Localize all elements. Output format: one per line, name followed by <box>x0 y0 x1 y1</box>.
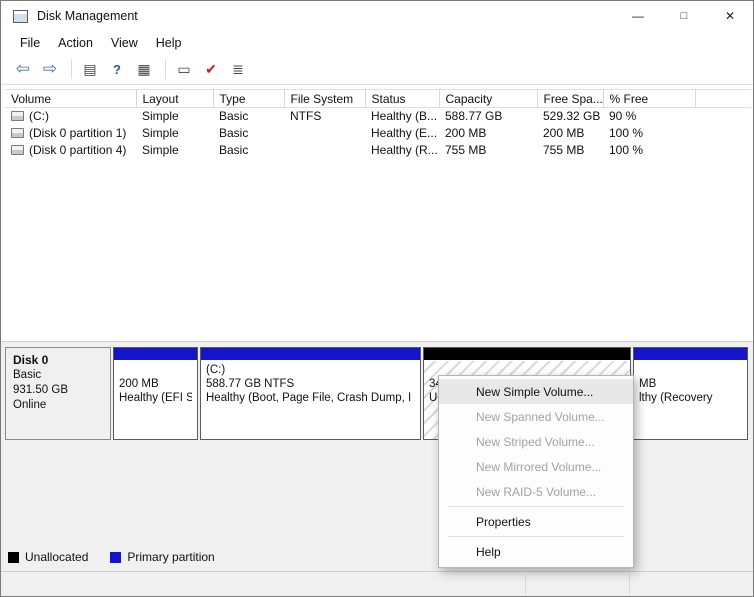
volume-icon <box>11 145 24 155</box>
menu-item-new-raid5-volume: New RAID-5 Volume... <box>476 484 597 499</box>
menu-item-properties[interactable]: Properties <box>439 509 633 534</box>
partition-color-bar <box>114 348 197 361</box>
menu-item-new-mirrored-volume: New Mirrored Volume... <box>476 459 602 474</box>
partition-status: lthy (Recovery <box>639 392 713 404</box>
context-menu: New Simple Volume... New Spanned Volume.… <box>438 375 634 568</box>
properties-icon[interactable]: ▦ <box>132 59 156 79</box>
unallocated-swatch <box>8 551 19 563</box>
maximize-button[interactable]: □ <box>661 1 707 31</box>
disk-size: 931.50 GB <box>13 384 68 396</box>
partition-size: MB <box>639 378 657 390</box>
toolbar-separator <box>165 59 166 79</box>
toolbar-separator <box>71 59 72 79</box>
graphical-view: Disk 0 Basic 931.50 GB Online 200 MB Hea… <box>1 341 753 571</box>
titlebar: Disk Management — □ ✕ <box>1 1 753 31</box>
column-type[interactable]: Type <box>213 89 285 108</box>
volume-icon <box>11 128 24 138</box>
partition-size: 200 MB <box>119 378 159 390</box>
column-volume[interactable]: Volume <box>5 89 137 108</box>
volume-name: (C:) <box>29 109 49 124</box>
window-controls: — □ ✕ <box>615 1 753 31</box>
disk-management-window: Disk Management — □ ✕ File Action View H… <box>0 0 754 597</box>
volume-table: Volume Layout Type File System Status Ca… <box>5 89 751 159</box>
column-filler <box>695 89 751 108</box>
legend: Unallocated Primary partition <box>8 550 215 564</box>
help-icon[interactable]: ? <box>105 59 129 79</box>
volume-icon <box>11 111 24 122</box>
menu-separator <box>448 536 624 537</box>
table-row[interactable]: (C:) Simple Basic NTFS Healthy (B... 588… <box>5 108 751 125</box>
menubar: File Action View Help <box>1 31 753 54</box>
partition-color-bar <box>424 348 630 361</box>
column-free-space[interactable]: Free Spa... <box>537 89 604 108</box>
disk-0-label[interactable]: Disk 0 Basic 931.50 GB Online <box>5 347 111 440</box>
column-capacity[interactable]: Capacity <box>439 89 538 108</box>
action-pane-icon[interactable]: ▭ <box>172 59 196 79</box>
volume-name: (Disk 0 partition 4) <box>29 143 127 157</box>
menu-help[interactable]: Help <box>147 33 191 53</box>
volume-list-pane: Volume Layout Type File System Status Ca… <box>1 85 753 341</box>
partition-status: Healthy (EFI S <box>119 392 192 404</box>
volume-name: (Disk 0 partition 1) <box>29 126 127 140</box>
menu-item-help[interactable]: Help <box>439 539 633 564</box>
table-row[interactable]: (Disk 0 partition 1) Simple Basic Health… <box>5 125 751 142</box>
partition-efi[interactable]: 200 MB Healthy (EFI S <box>113 347 198 440</box>
back-icon[interactable]: ⇦ <box>11 59 35 79</box>
partition-letter: (C:) <box>206 364 226 376</box>
status-cell <box>525 574 526 594</box>
window-title: Disk Management <box>37 9 138 23</box>
menu-action[interactable]: Action <box>49 33 102 53</box>
partition-strip: 200 MB Healthy (EFI S (C:) 588.77 GB NTF… <box>113 347 748 440</box>
disk-type: Basic <box>13 369 42 381</box>
menu-file[interactable]: File <box>11 33 49 53</box>
table-header-row: Volume Layout Type File System Status Ca… <box>5 89 751 108</box>
menu-view[interactable]: View <box>102 33 147 53</box>
console-tree-icon[interactable]: ▤ <box>78 59 102 79</box>
partition-color-bar <box>201 348 420 361</box>
menu-item-new-simple-volume[interactable]: New Simple Volume... <box>439 379 633 404</box>
menu-separator <box>448 506 624 507</box>
table-row[interactable]: (Disk 0 partition 4) Simple Basic Health… <box>5 142 751 159</box>
menu-item-new-spanned-volume: New Spanned Volume... <box>476 409 605 424</box>
partition-size: 588.77 GB NTFS <box>206 378 295 390</box>
partition-color-bar <box>634 348 747 361</box>
disk-status: Online <box>13 399 47 411</box>
export-list-icon[interactable]: ≣ <box>226 59 250 79</box>
close-button[interactable]: ✕ <box>707 1 753 31</box>
menu-item-new-striped-volume: New Striped Volume... <box>476 434 595 449</box>
column-layout[interactable]: Layout <box>136 89 214 108</box>
disk-name: Disk 0 <box>13 353 49 367</box>
column-file-system[interactable]: File System <box>284 89 366 108</box>
column-status[interactable]: Status <box>365 89 440 108</box>
disk-0-row: Disk 0 Basic 931.50 GB Online 200 MB Hea… <box>5 347 748 440</box>
status-bar <box>1 571 753 596</box>
minimize-button[interactable]: — <box>615 1 661 31</box>
partition-status: Healthy (Boot, Page File, Crash Dump, I <box>206 392 412 404</box>
partition-c[interactable]: (C:) 588.77 GB NTFS Healthy (Boot, Page … <box>200 347 421 440</box>
partition-recovery[interactable]: MB lthy (Recovery <box>633 347 748 440</box>
forward-icon[interactable]: ⇨ <box>38 59 62 79</box>
app-icon <box>13 9 28 23</box>
check-icon[interactable]: ✔ <box>199 59 223 79</box>
column-percent-free[interactable]: % Free <box>603 89 696 108</box>
status-cell <box>629 574 630 594</box>
toolbar: ⇦ ⇨ ▤ ? ▦ ▭ ✔ ≣ <box>1 54 753 85</box>
legend-primary-label: Primary partition <box>127 550 215 564</box>
primary-partition-swatch <box>110 551 122 563</box>
legend-unallocated-label: Unallocated <box>25 550 89 564</box>
